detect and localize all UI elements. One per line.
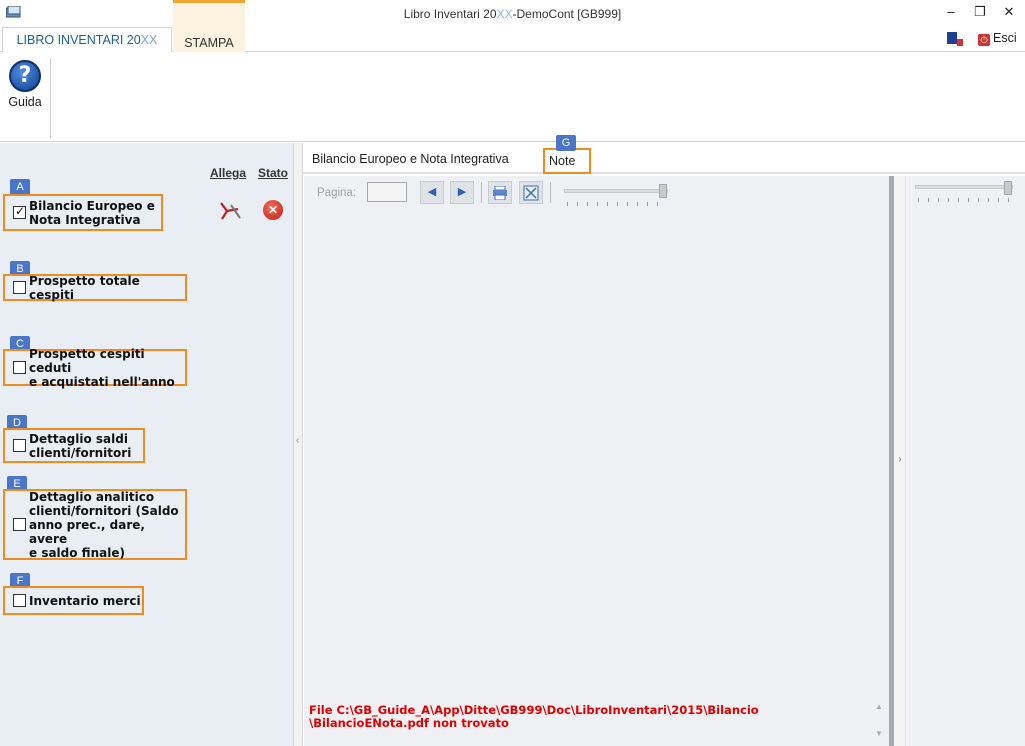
close-button[interactable]: ✕ [998,2,1020,22]
viewer-toolbar: Pagina: ◀ ▶ [304,176,889,210]
viewer-scrollbar[interactable]: ▲ ▼ [872,702,886,746]
flag-icon[interactable] [947,32,963,46]
scroll-down-icon[interactable]: ▼ [872,729,886,738]
option-label: Dettaglio saldi clienti/fornitori [29,431,132,460]
ribbon-tabs: LIBRO INVENTARI 20XX STAMPA ⏻ Esci [0,0,1025,53]
checkbox-inventario-merci[interactable] [13,594,26,607]
side-zoom-slider-thumb[interactable] [1004,181,1012,195]
title-bar: Libro Inventari 20XX-DemoCont [GB999] – … [0,0,1025,26]
side-pane-splitter[interactable]: › [894,176,906,746]
panel-splitter[interactable]: ‹ [293,143,303,746]
checkbox-prospetto-cespiti-ceduti[interactable] [13,361,26,374]
zoom-slider[interactable] [564,189,668,193]
checkbox-prospetto-totale-cespiti[interactable] [13,281,26,294]
option-label: Prospetto cespiti ceduti e acquistati nel… [29,346,175,389]
left-panel: Allega Stato ✕ A Bilancio Europeo eNota … [0,143,293,746]
option-prospetto-cespiti-ceduti[interactable]: Prospetto cespiti ceduti e acquistati nel… [3,346,187,389]
error-status-icon: ✕ [263,200,283,220]
option-label: Prospetto totale cespiti [29,273,140,302]
checkbox-dettaglio-saldi[interactable] [13,439,26,452]
option-label: Dettaglio analitico clienti/fornitori (Sa… [29,489,179,560]
file-not-found-message: File C:\GB_Guide_A\App\Ditte\GB999\Doc\L… [309,703,759,730]
option-label: Inventario merci [29,593,141,608]
toolbar-separator [481,182,482,203]
toolbar-separator [550,182,551,203]
fit-page-button[interactable] [519,181,543,204]
window-title: Libro Inventari 20XX-DemoCont [GB999] [403,7,622,21]
guida-button[interactable]: ? Guida [4,60,46,109]
minimize-button[interactable]: – [940,2,962,22]
scroll-up-icon[interactable]: ▲ [872,702,886,711]
side-zoom-slider-ticks [918,198,1013,202]
document-tabs: Bilancio Europeo e Nota Integrativa Note… [303,135,1025,174]
pdf-viewer: Pagina: ◀ ▶ File C:\GB_Guide_A\App\Ditte… [304,176,889,746]
arrow-left-icon: ◀ [427,186,437,198]
checkbox-dettaglio-analitico[interactable] [13,518,26,531]
tab-note[interactable]: Note [543,148,591,174]
zoom-slider-ticks [567,202,667,206]
tab-stampa[interactable]: STAMPA [173,0,245,52]
pagina-label: Pagina: [317,187,357,199]
power-icon: ⏻ [978,34,990,46]
help-icon: ? [9,60,41,92]
option-label: Bilancio Europeo e Nota Integrativa [29,198,155,227]
option-bilancio-europeo[interactable]: Bilancio Europeo eNota Integrativa [3,194,163,231]
prev-page-button[interactable]: ◀ [420,181,444,204]
option-prospetto-totale-cespiti[interactable]: Prospetto totale cespiti [3,273,187,302]
option-inventario-merci[interactable]: Inventario merci [3,586,144,615]
stato-header: Stato [258,166,288,180]
side-zoom-slider[interactable] [915,185,1013,189]
ribbon-separator [50,58,51,138]
badge-g: G [556,135,576,151]
expand-right-icon[interactable]: › [895,448,905,472]
option-dettaglio-saldi[interactable]: Dettaglio saldi clienti/fornitori [3,428,145,463]
option-dettaglio-analitico[interactable]: Dettaglio analitico clienti/fornitori (Sa… [3,489,187,560]
checkbox-bilancio-europeo[interactable] [13,204,26,219]
print-icon [493,185,507,201]
pdf-attach-icon[interactable] [218,199,242,221]
badge-a: A [10,179,30,195]
tab-bilancio-europeo[interactable]: Bilancio Europeo e Nota Integrativa [312,152,509,166]
allega-header: Allega [210,166,247,180]
esci-button[interactable]: ⏻ Esci [978,31,1017,46]
ribbon-body: ? Guida [0,52,1025,142]
print-button[interactable] [488,181,512,204]
collapse-left-icon[interactable]: ‹ [296,435,302,451]
restore-button[interactable]: ❐ [969,2,991,22]
guida-label: Guida [8,95,42,109]
pagina-input[interactable] [367,182,407,202]
next-page-button[interactable]: ▶ [450,181,474,204]
arrow-right-icon: ▶ [457,186,467,198]
fit-page-icon [523,185,539,201]
zoom-slider-thumb[interactable] [659,184,667,198]
side-pane [907,176,1025,746]
tab-libro-inventari[interactable]: LIBRO INVENTARI 20XX [2,27,172,53]
